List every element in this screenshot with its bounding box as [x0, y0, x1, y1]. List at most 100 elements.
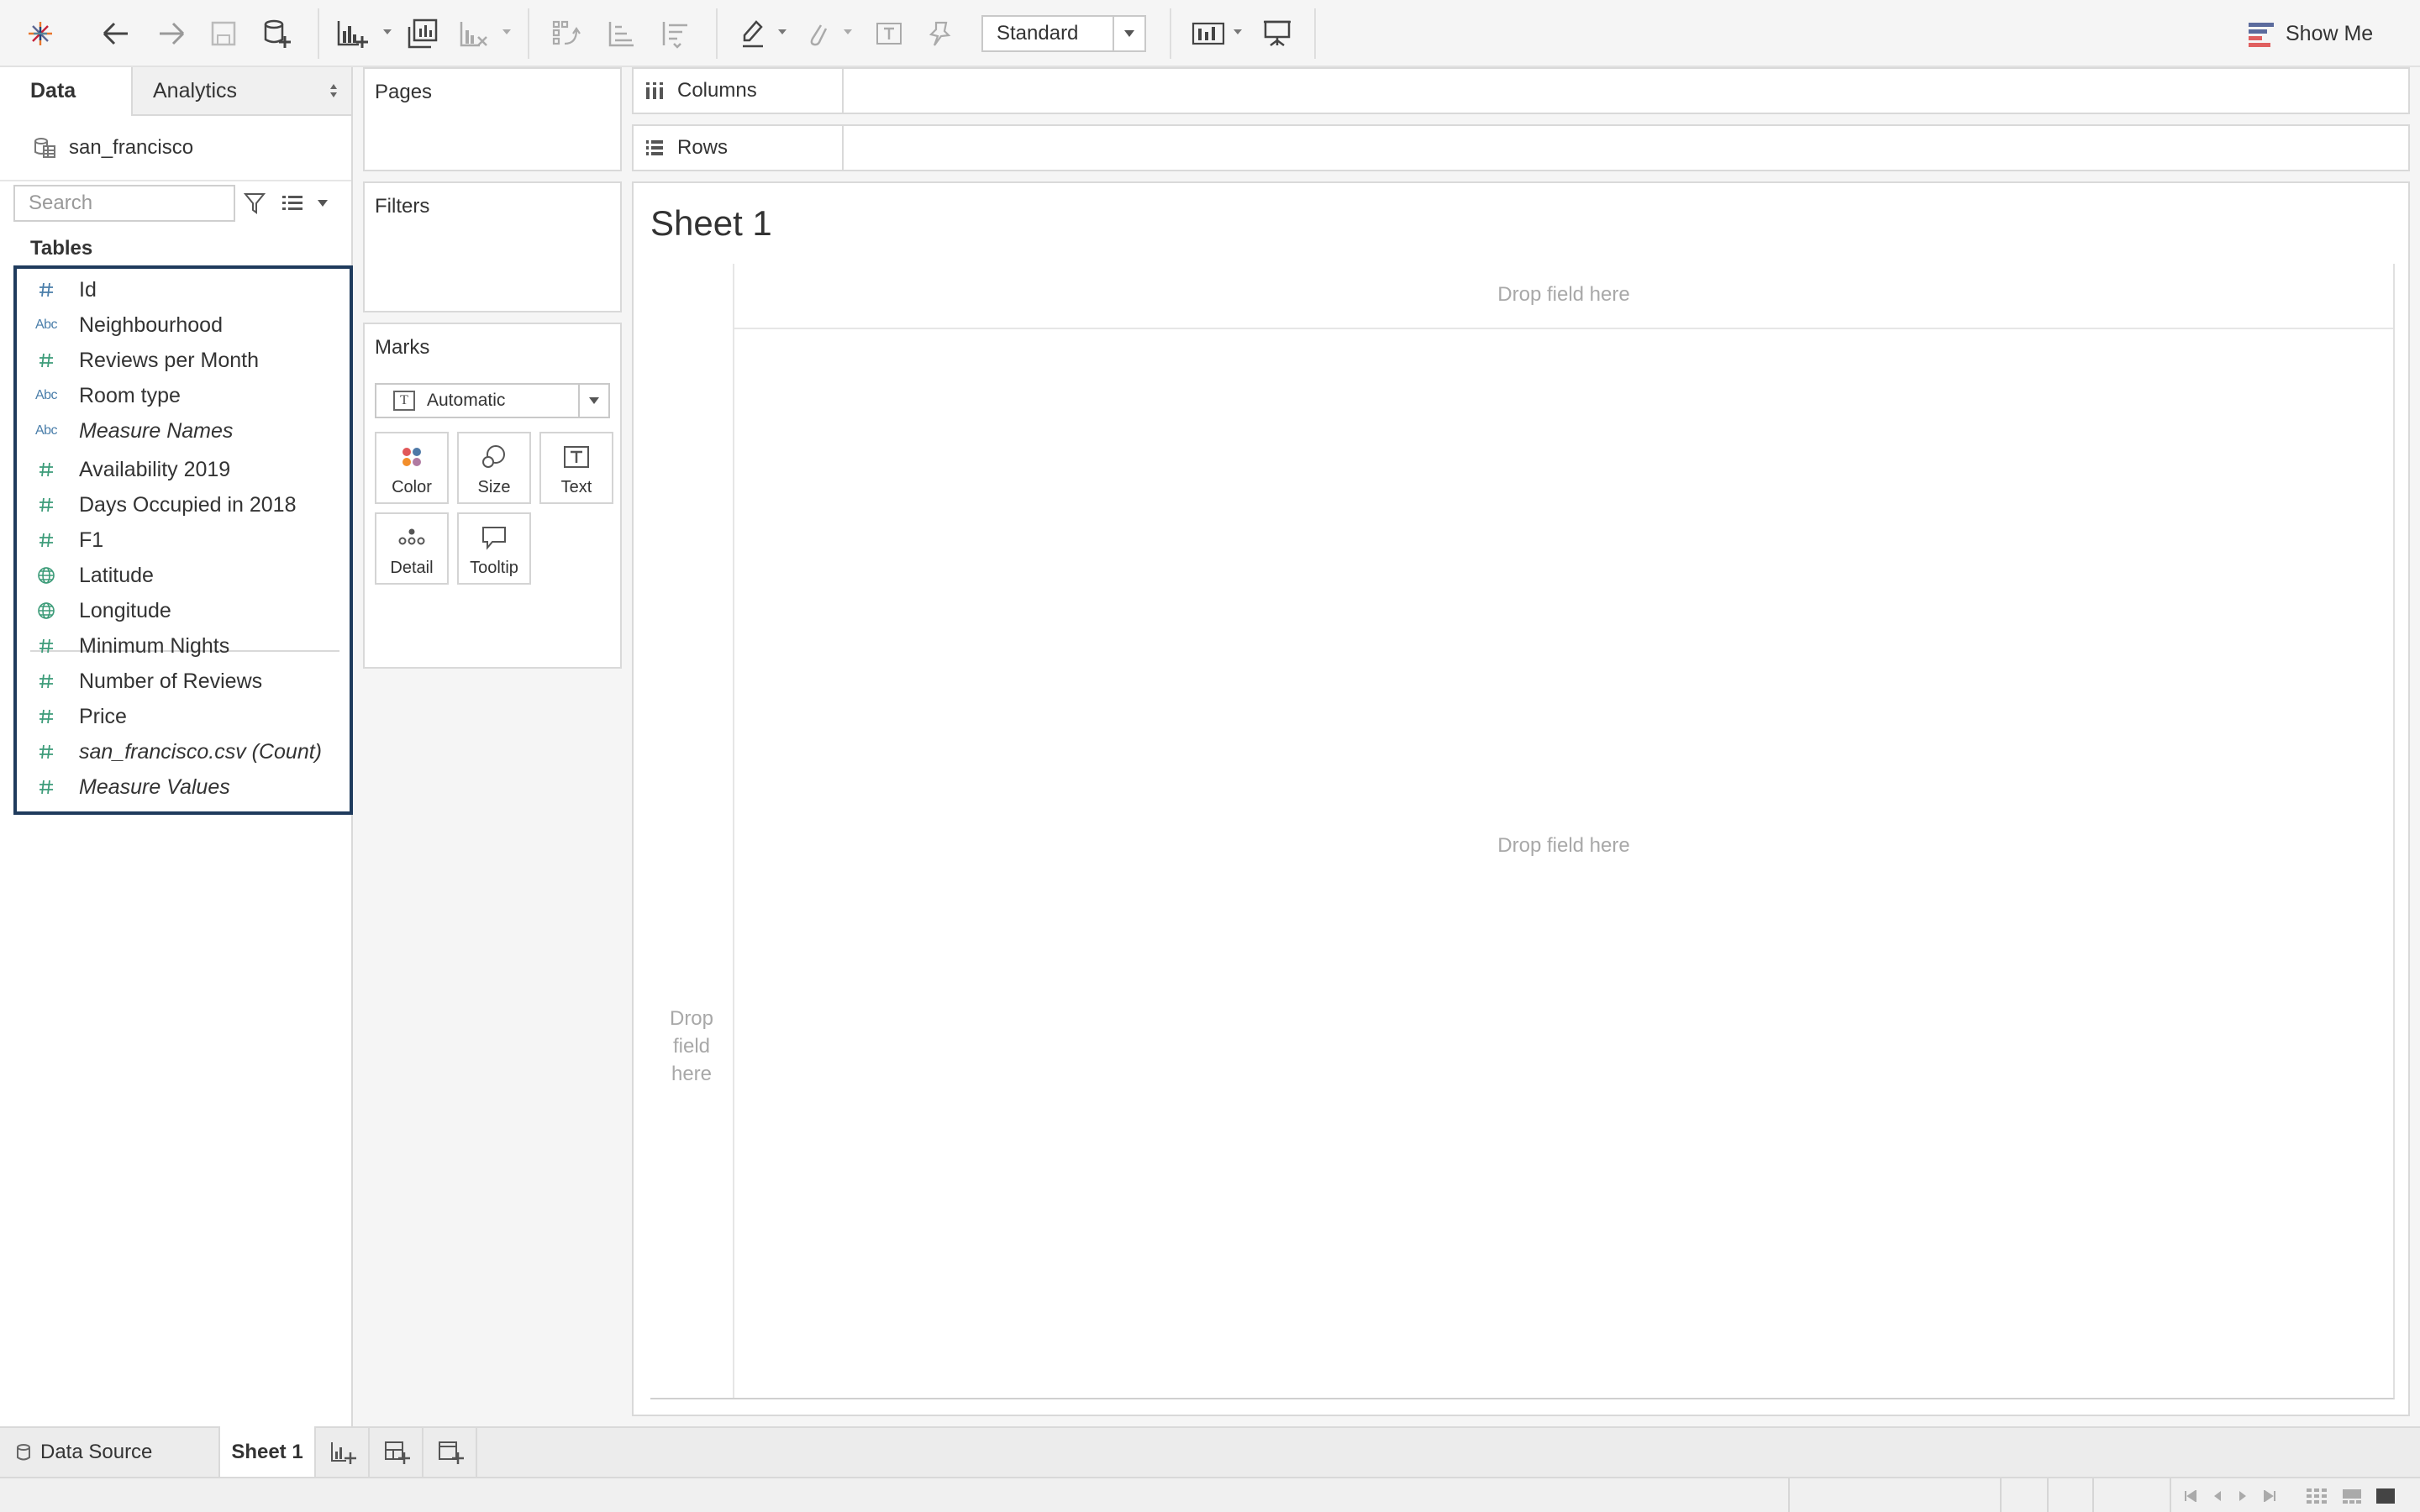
fix-axes-icon[interactable] [923, 15, 956, 52]
pages-shelf[interactable]: Pages [363, 67, 622, 171]
highlight-icon[interactable] [736, 15, 770, 52]
tooltip-button[interactable]: Tooltip [457, 512, 531, 585]
field-item[interactable]: Availability 2019 [17, 452, 350, 487]
group-icon[interactable] [800, 15, 834, 52]
view-frame: Drop field here Drop field here Drop fiel… [650, 264, 2395, 1399]
search-box[interactable] [13, 185, 289, 222]
previous-sheet-icon[interactable] [2208, 1488, 2227, 1504]
save-icon[interactable] [207, 15, 240, 52]
pane-menu-dropdown-icon[interactable] [313, 193, 333, 213]
worksheet-view[interactable]: Sheet 1 Drop field here Drop field here … [632, 181, 2410, 1416]
status-separator [2170, 1478, 2171, 1512]
field-label: Measure Names [79, 418, 234, 443]
field-item[interactable]: Price [17, 699, 350, 734]
filters-shelf[interactable]: Filters [363, 181, 622, 312]
new-story-tab-icon[interactable] [425, 1428, 477, 1477]
view-list-icon[interactable] [279, 190, 306, 217]
show-me-button[interactable]: Show Me [2249, 17, 2373, 50]
mark-type-dropdown[interactable]: T Automatic [375, 383, 610, 418]
toolbar-separator [1314, 8, 1316, 59]
field-label: Room type [79, 383, 181, 407]
size-label: Size [477, 478, 511, 496]
presentation-icon[interactable] [1260, 15, 1294, 52]
column-axis-divider [734, 328, 2393, 329]
field-item[interactable]: Abc Room type [17, 378, 350, 413]
new-worksheet-dropdown-icon[interactable] [383, 29, 392, 34]
hash-icon [35, 635, 57, 657]
tab-analytics[interactable]: Analytics [133, 67, 351, 114]
pane-tabs: Data Analytics [0, 67, 351, 116]
highlight-dropdown-icon[interactable] [778, 29, 786, 34]
status-separator [1788, 1478, 1790, 1512]
undo-icon[interactable] [97, 15, 134, 52]
drop-zone-body[interactable]: Drop field here [734, 832, 2393, 859]
sort-ascending-icon[interactable] [603, 15, 640, 52]
field-label: Minimum Nights [79, 633, 230, 658]
field-item[interactable]: Abc Neighbourhood [17, 307, 350, 343]
datasource-item[interactable]: san_francisco [0, 116, 351, 181]
text-button[interactable]: Text [539, 432, 613, 504]
labels-icon[interactable] [872, 15, 906, 52]
first-sheet-icon[interactable] [2181, 1488, 2200, 1504]
field-item[interactable]: Reviews per Month [17, 343, 350, 378]
cards-icon[interactable] [1190, 15, 1227, 52]
drop-zone-rows[interactable]: Drop field here [650, 1005, 733, 1088]
detail-label: Detail [390, 559, 434, 577]
field-item[interactable]: Number of Reviews [17, 664, 350, 699]
tab-data-source[interactable]: Data Source [0, 1428, 217, 1477]
duplicate-sheet-icon[interactable] [403, 15, 440, 52]
field-item[interactable]: Longitude [17, 593, 350, 628]
status-separator [2092, 1478, 2094, 1512]
columns-shelf[interactable]: Columns [632, 67, 2410, 114]
size-button[interactable]: Size [457, 432, 531, 504]
show-tabs-icon[interactable] [2375, 1488, 2396, 1504]
color-button[interactable]: Color [375, 432, 449, 504]
field-item[interactable]: Minimum Nights [17, 628, 350, 664]
show-sheet-sorter-icon[interactable] [2306, 1488, 2328, 1504]
new-dashboard-tab-icon[interactable] [371, 1428, 424, 1477]
next-sheet-icon[interactable] [2233, 1488, 2252, 1504]
status-bar [0, 1477, 2420, 1512]
string-type-label: Abc [34, 423, 58, 438]
last-sheet-icon[interactable] [2260, 1488, 2279, 1504]
sort-arrows-icon [330, 84, 337, 97]
show-filmstrip-icon[interactable] [2341, 1488, 2363, 1504]
tab-data-source-label: Data Source [40, 1441, 153, 1463]
tab-data[interactable]: Data [0, 67, 133, 116]
field-item[interactable]: Id [17, 272, 350, 307]
field-item[interactable]: Measure Values [17, 769, 350, 805]
field-item[interactable]: san_francisco.csv (Count) [17, 734, 350, 769]
new-worksheet-tab-icon[interactable] [318, 1428, 370, 1477]
clear-sheet-dropdown-icon[interactable] [502, 29, 511, 34]
data-pane: Data Analytics san_francisco Tables Id Ab… [0, 67, 353, 1426]
new-data-source-icon[interactable] [259, 15, 296, 52]
chevron-down-icon[interactable] [1113, 17, 1144, 50]
cards-dropdown-icon[interactable] [1234, 29, 1242, 34]
text-label: Text [560, 478, 592, 496]
field-item[interactable]: F1 [17, 522, 350, 558]
swap-icon[interactable] [548, 15, 585, 52]
chevron-down-icon[interactable] [578, 385, 608, 417]
drop-zone-columns[interactable]: Drop field here [734, 281, 2393, 308]
hash-icon [35, 670, 57, 692]
field-item[interactable]: Days Occupied in 2018 [17, 487, 350, 522]
clear-sheet-icon[interactable] [455, 15, 492, 52]
rows-shelf[interactable]: Rows [632, 124, 2410, 171]
marks-card: Marks T Automatic Color Size Text Detail [363, 323, 622, 669]
sort-descending-icon[interactable] [657, 15, 694, 52]
color-icon [376, 440, 447, 474]
status-separator [2000, 1478, 2002, 1512]
redo-icon[interactable] [153, 15, 190, 52]
field-item[interactable]: Abc Measure Names [17, 413, 350, 449]
new-worksheet-icon[interactable] [333, 15, 371, 52]
detail-button[interactable]: Detail [375, 512, 449, 585]
sheet-title[interactable]: Sheet 1 [650, 203, 772, 244]
tableau-logo-icon[interactable] [24, 15, 57, 52]
tooltip-label: Tooltip [470, 559, 518, 577]
field-item[interactable]: Latitude [17, 558, 350, 593]
filter-icon[interactable] [242, 190, 267, 217]
fit-dropdown[interactable]: Standard [981, 15, 1146, 52]
field-label: Reviews per Month [79, 348, 259, 372]
tab-sheet-1[interactable]: Sheet 1 [218, 1426, 316, 1478]
group-dropdown-icon[interactable] [844, 29, 852, 34]
